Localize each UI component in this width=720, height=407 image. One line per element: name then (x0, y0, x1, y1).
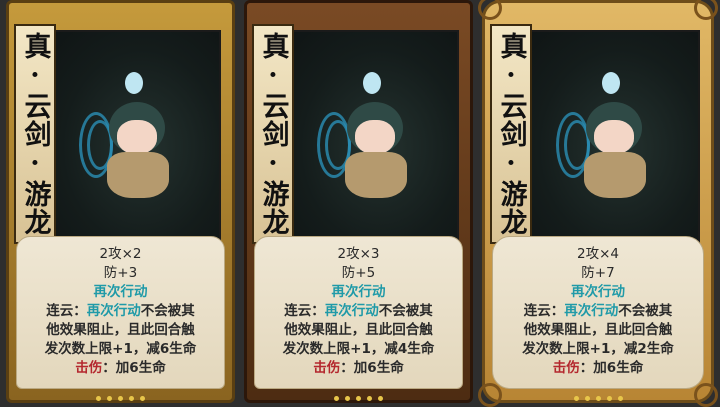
crit-text: ：加6生命 (102, 360, 166, 376)
card-description: 2攻×2 防+3 再次行动 连云：再次行动不会被其 他效果阻止，且此回合触 发次… (16, 236, 225, 389)
defense-text: 防+7 (581, 265, 615, 281)
keyword-text: 再次行动 (571, 284, 625, 300)
card-title: 真·云剑·游龙 (257, 32, 289, 236)
card-description: 2攻×3 防+5 再次行动 连云：再次行动不会被其 他效果阻止，且此回合触 发次… (254, 236, 463, 389)
attack-text: 2攻×3 (337, 246, 380, 262)
effect-keyword: 再次行动 (324, 303, 379, 319)
card-title-strip: 真·云剑·游龙 (14, 24, 56, 244)
effect-text-1: 不会被其 (618, 303, 673, 319)
corner-ornament (694, 0, 718, 20)
effect-label: 连云： (284, 303, 325, 319)
crit-label: 击伤 (552, 360, 580, 376)
card-title-strip: 真·云剑·游龙 (490, 24, 532, 244)
effect-text-3: 发次数上限+1，减6生命 (44, 341, 197, 357)
level-dots (482, 396, 714, 401)
effect-text-3: 发次数上限+1，减2生命 (522, 341, 674, 357)
effect-text-3: 发次数上限+1，减4生命 (282, 341, 435, 357)
effect-keyword: 再次行动 (86, 303, 141, 319)
defense-text: 防+3 (103, 265, 138, 281)
keyword-text: 再次行动 (331, 284, 386, 300)
defense-text: 防+5 (341, 265, 376, 281)
card-art (522, 30, 700, 244)
card-level-1[interactable]: 真·云剑·游龙 2攻×2 防+3 再次行动 连云：再次行动不会被其 他效果阻止，… (6, 0, 235, 403)
card-title: 真·云剑·游龙 (495, 32, 527, 236)
effect-text-2: 他效果阻止，且此回合触 (46, 322, 195, 338)
crit-label: 击伤 (313, 360, 341, 376)
corner-ornament (478, 383, 502, 407)
crit-text: ：加6生命 (579, 360, 644, 376)
character-portrait (78, 72, 189, 202)
effect-text-2: 他效果阻止，且此回合触 (284, 322, 433, 338)
card-art (46, 30, 221, 244)
effect-text-1: 不会被其 (140, 303, 195, 319)
level-dots (244, 396, 473, 401)
corner-ornament (694, 383, 718, 407)
card-title: 真·云剑·游龙 (19, 32, 51, 236)
effect-keyword: 再次行动 (564, 303, 619, 319)
effect-text-1: 不会被其 (378, 303, 433, 319)
card-title-strip: 真·云剑·游龙 (252, 24, 294, 244)
character-portrait (556, 72, 666, 202)
card-art (284, 30, 459, 244)
attack-text: 2攻×2 (99, 246, 142, 262)
character-portrait (316, 72, 427, 202)
attack-text: 2攻×4 (577, 246, 619, 262)
level-dots (6, 396, 235, 401)
crit-label: 击伤 (75, 360, 103, 376)
crit-text: ：加6生命 (340, 360, 404, 376)
effect-label: 连云： (46, 303, 87, 319)
card-level-2[interactable]: 真·云剑·游龙 2攻×3 防+5 再次行动 连云：再次行动不会被其 他效果阻止，… (244, 0, 473, 403)
keyword-text: 再次行动 (93, 284, 148, 300)
card-description: 2攻×4 防+7 再次行动 连云：再次行动不会被其 他效果阻止，且此回合触 发次… (492, 236, 704, 389)
card-level-3[interactable]: 真·云剑·游龙 2攻×4 防+7 再次行动 连云：再次行动不会被其 他效果阻止，… (478, 0, 718, 407)
effect-label: 连云： (523, 303, 565, 319)
effect-text-2: 他效果阻止，且此回合触 (523, 322, 673, 338)
